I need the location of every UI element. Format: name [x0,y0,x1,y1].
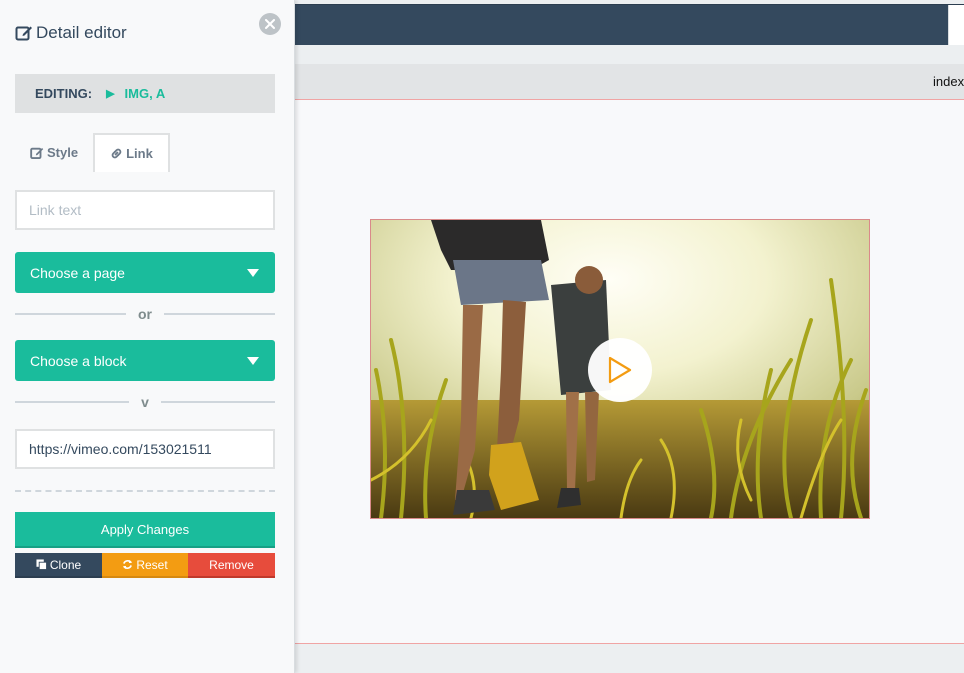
editing-target: IMG, A [124,86,166,101]
detail-editor-panel: Detail editor EDITING: ▶ IMG, A Style Li… [0,0,295,673]
link-text-input[interactable] [15,190,275,230]
divider-line [160,401,276,403]
choose-block-dropdown[interactable]: Choose a block [15,340,275,381]
or-divider-2: v [15,394,276,410]
pencil-square-icon [15,26,32,41]
caret-down-icon [247,357,259,365]
page-name-label[interactable]: index [933,74,964,89]
canvas-bottom-strip [295,644,964,673]
reset-button[interactable]: Reset [102,553,188,578]
play-button[interactable] [588,338,652,402]
or-separator: or [138,306,152,322]
url-input[interactable] [15,429,275,469]
dashed-divider [15,490,275,492]
caret-down-icon [247,269,259,277]
apply-changes-label: Apply Changes [100,521,190,537]
action-button-row: Clone Reset Remove [15,553,275,578]
divider-line [15,313,126,315]
header-corner [948,5,964,46]
copy-icon [36,559,47,570]
tab-style[interactable]: Style [15,133,93,172]
builder-header-bar [295,4,964,46]
panel-title: Detail editor [15,23,127,43]
close-panel-button[interactable] [259,13,281,35]
page-bar: index [295,64,964,99]
play-icon [608,356,632,384]
tab-style-label: Style [47,145,79,160]
close-icon [265,19,275,29]
caret-right-icon: ▶ [106,88,115,100]
editing-label: EDITING: [35,86,93,101]
editor-tabs: Style Link [15,133,170,172]
editing-target-bar: EDITING: ▶ IMG, A [15,74,275,113]
remove-button[interactable]: Remove [188,553,275,578]
video-thumbnail-selected[interactable] [370,219,870,519]
or-divider: or [15,306,275,322]
remove-label: Remove [209,557,254,572]
canvas-gap [295,45,964,64]
apply-changes-button[interactable]: Apply Changes [15,512,275,548]
choose-page-dropdown[interactable]: Choose a page [15,252,275,293]
clone-button[interactable]: Clone [15,553,102,578]
tab-link[interactable]: Link [93,133,170,172]
divider-line [15,401,130,403]
refresh-icon [123,559,133,570]
link-icon [111,148,122,159]
or-separator-2: v [141,394,149,410]
pencil-square-icon [30,147,44,159]
clone-label: Clone [49,557,82,572]
choose-page-label: Choose a page [30,264,125,281]
panel-title-text: Detail editor [36,23,127,42]
choose-block-label: Choose a block [30,352,127,369]
reset-label: Reset [136,557,168,572]
divider-line [164,313,275,315]
tab-link-label: Link [126,146,153,161]
